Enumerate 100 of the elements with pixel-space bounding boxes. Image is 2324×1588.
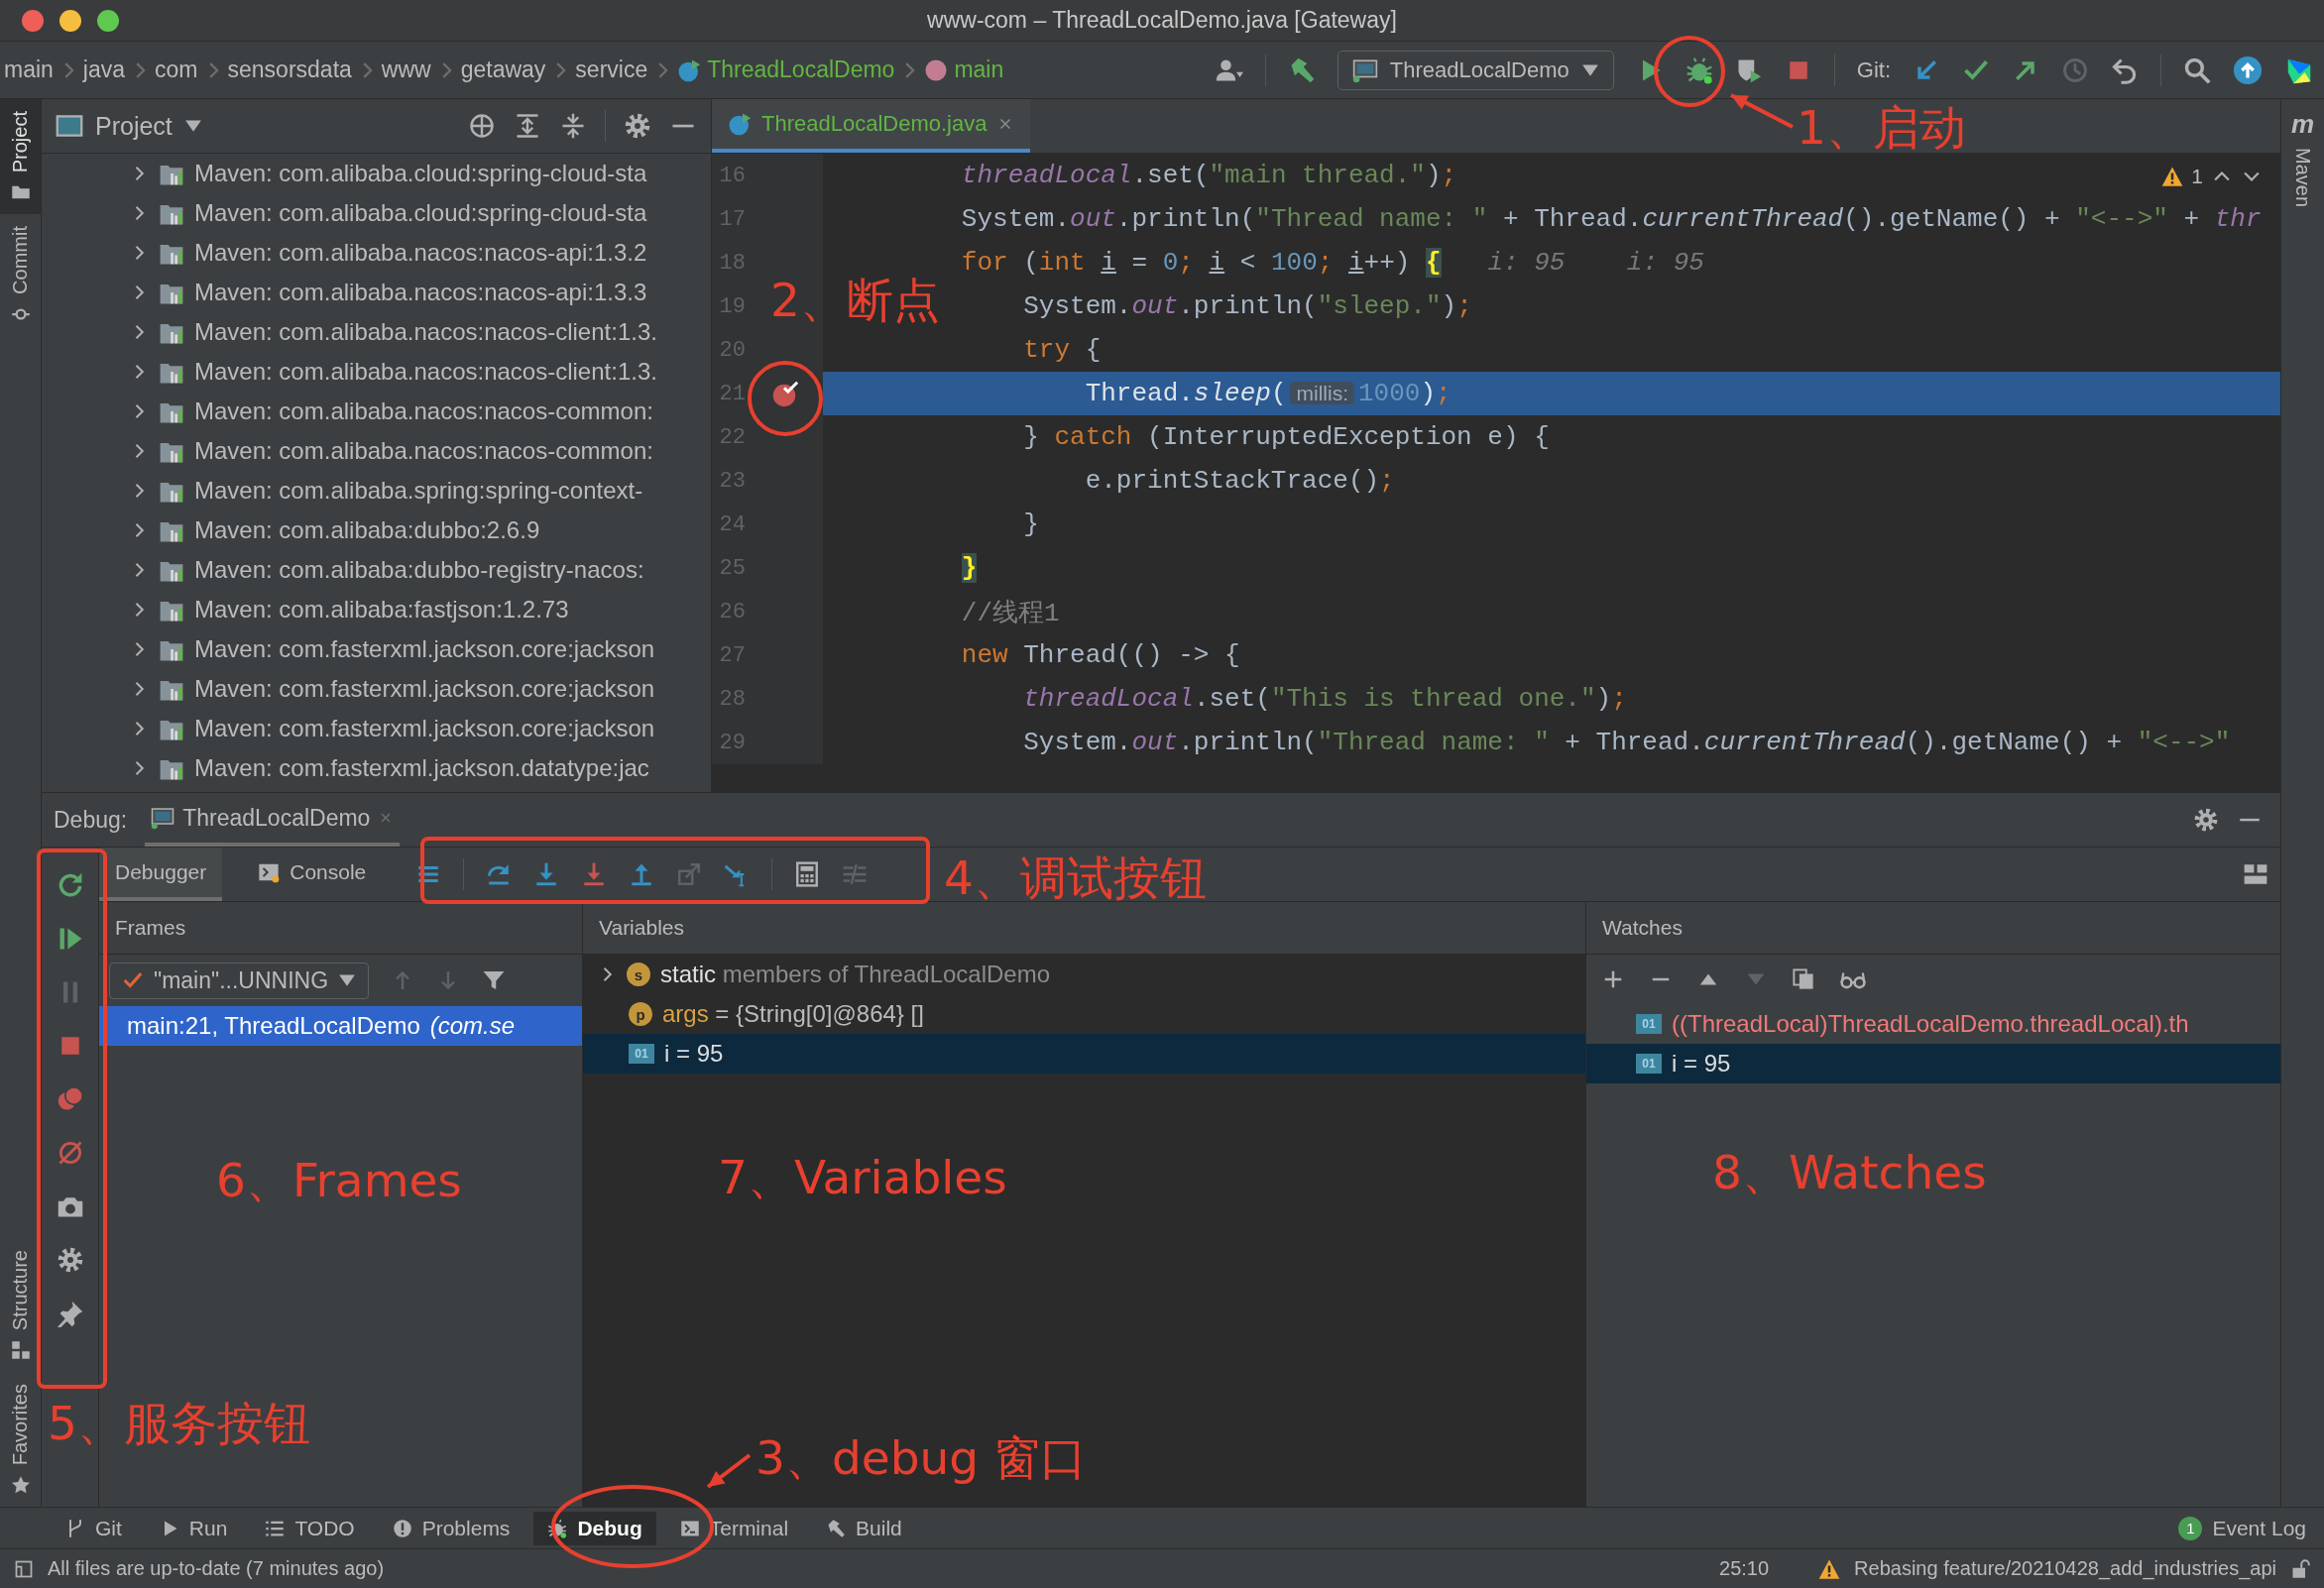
tree-item[interactable]: Maven: com.alibaba.cloud:spring-cloud-sta: [194, 199, 647, 227]
event-log-button[interactable]: Event Log: [2212, 1516, 2306, 1540]
settings-icon[interactable]: [2193, 807, 2219, 833]
tree-item[interactable]: Maven: com.alibaba.cloud:spring-cloud-sta: [194, 160, 647, 187]
type-badge: s: [627, 963, 650, 986]
class-icon: [677, 57, 702, 82]
variable-text: i = 95: [664, 1040, 724, 1068]
lock-icon[interactable]: [2290, 1558, 2310, 1579]
tree-item[interactable]: Maven: com.alibaba:dubbo:2.6.9: [194, 516, 540, 544]
evaluate-icon[interactable]: [794, 861, 821, 887]
breakpoints-icon[interactable]: [56, 1085, 84, 1113]
code-line: e.printStackTrace();: [1085, 466, 1395, 496]
filter-icon[interactable]: [482, 968, 507, 992]
tree-item[interactable]: Maven: com.alibaba.nacos:nacos-common:: [194, 397, 653, 425]
stack-frame[interactable]: main:21, ThreadLocalDemo (com.se: [99, 1006, 582, 1046]
settings-icon[interactable]: [624, 112, 651, 140]
thread-dropdown[interactable]: "main"...UNNING: [109, 962, 370, 999]
type-badge: 01: [1636, 1014, 1662, 1034]
breadcrumb[interactable]: service: [571, 57, 652, 83]
tree-item[interactable]: Maven: com.fasterxml.jackson.core:jackson: [194, 715, 655, 742]
layout-icon[interactable]: [2243, 861, 2268, 887]
rollback-icon[interactable]: [2111, 56, 2139, 84]
code-line: for (int i = 0; i < 100; i++) { i: 95 i: 95: [961, 248, 1704, 278]
watch-expression: ((ThreadLocal)ThreadLocalDemo.threadLocal).th: [1672, 1010, 2189, 1038]
tree-item[interactable]: Maven: com.alibaba:dubbo-registry-nacos:: [194, 556, 644, 584]
tree-item[interactable]: Maven: com.fasterxml.jackson.datatype:jac: [194, 754, 649, 782]
breadcrumb[interactable]: ThreadLocalDemo: [673, 57, 899, 83]
warning-count[interactable]: 1: [2191, 165, 2203, 188]
code-line: new Thread(() -> {: [961, 640, 1240, 670]
minimize-window-button[interactable]: [59, 9, 81, 32]
watch-row[interactable]: 01 ((ThreadLocal)ThreadLocalDemo.threadLocal).th: [1586, 1004, 2280, 1044]
type-badge: 01: [629, 1044, 654, 1064]
pin-icon[interactable]: [56, 1300, 84, 1327]
side-tab[interactable]: Project: [0, 99, 41, 215]
code-line: }: [1023, 510, 1039, 539]
debug-icon: [547, 1518, 568, 1538]
tree-item[interactable]: Maven: com.alibaba.nacos:nacos-api:1.3.2: [194, 239, 647, 267]
project-view-dropdown[interactable]: Project: [56, 111, 202, 141]
structure-icon: [10, 1339, 31, 1360]
breadcrumb[interactable]: getaway: [456, 57, 550, 83]
problems-icon: [392, 1518, 412, 1538]
tree-item[interactable]: Maven: com.fasterxml.jackson.core:jackson: [194, 675, 655, 703]
monitor-icon: [1351, 57, 1378, 83]
tree-item[interactable]: Maven: com.alibaba:fastjson:1.2.73: [194, 596, 569, 624]
tree-item[interactable]: Maven: com.alibaba.nacos:nacos-api:1.3.3: [194, 279, 647, 306]
breadcrumb[interactable]: main: [920, 57, 1008, 83]
debug-icon[interactable]: [1685, 56, 1713, 84]
tool-window-button[interactable]: Terminal: [665, 1511, 803, 1545]
cursor-position[interactable]: 25:10: [1719, 1557, 1770, 1580]
variable-row[interactable]: p args = {String[0]@864} []: [583, 994, 1585, 1034]
close-window-button[interactable]: [22, 9, 44, 32]
code-line: try {: [1023, 335, 1102, 365]
variable-row[interactable]: s static members of ThreadLocalDemo: [583, 955, 1585, 994]
breadcrumb[interactable]: main: [0, 57, 58, 83]
annotation-label: 5、服务按钮: [48, 1395, 310, 1452]
side-tab[interactable]: Structure: [0, 1237, 41, 1372]
monitor-icon: [151, 806, 175, 830]
side-tab[interactable]: Commit: [0, 214, 41, 337]
tool-window-button[interactable]: Build: [812, 1511, 916, 1545]
file-tab[interactable]: ThreadLocalDemo.java: [712, 99, 1031, 153]
tree-item[interactable]: Maven: com.alibaba.spring:spring-context-: [194, 477, 643, 505]
tree-item[interactable]: Maven: com.fasterxml.jackson.core:jackson: [194, 635, 655, 663]
settings-icon[interactable]: [56, 1246, 84, 1274]
tree-item[interactable]: Maven: com.alibaba.nacos:nacos-client:1.3.: [194, 318, 657, 346]
tool-window-button[interactable]: Run: [145, 1511, 242, 1545]
breadcrumb[interactable]: com: [151, 57, 202, 83]
breadcrumb[interactable]: sensorsdata: [223, 57, 356, 83]
copy-icon[interactable]: [1793, 968, 1814, 990]
tree-item[interactable]: Maven: com.alibaba.nacos:nacos-common:: [194, 437, 653, 465]
zoom-window-button[interactable]: [97, 9, 119, 32]
crosshair-icon[interactable]: [468, 112, 496, 140]
variable-text: args = {String[0]@864} []: [662, 1000, 924, 1028]
code-line: System.out.println("sleep.");: [1023, 291, 1472, 321]
warning-icon: [1818, 1557, 1841, 1580]
type-badge: p: [629, 1002, 652, 1026]
maven-logo[interactable]: m: [2290, 109, 2315, 140]
variable-row[interactable]: 01 i = 95: [583, 1034, 1585, 1074]
tool-window-button[interactable]: TODO: [251, 1511, 369, 1545]
breadcrumb[interactable]: java: [78, 57, 130, 83]
run-config-dropdown[interactable]: ThreadLocalDemo: [1336, 50, 1614, 90]
debug-tab[interactable]: Console: [242, 848, 383, 901]
debug-tab[interactable]: Debugger: [99, 848, 223, 901]
git-branch[interactable]: Rebasing feature/20210428_add_industries_api: [1854, 1557, 2276, 1580]
breadcrumb[interactable]: www: [377, 57, 435, 83]
code-line: } catch (InterruptedException e) {: [1023, 422, 1550, 452]
panel-title: Debug:: [54, 806, 128, 834]
tool-window-button[interactable]: Git: [52, 1511, 136, 1545]
side-tab[interactable]: Favorites: [0, 1371, 41, 1507]
add-icon[interactable]: [1602, 968, 1624, 990]
tool-window-button[interactable]: Problems: [378, 1511, 524, 1545]
panel-toggle-icon[interactable]: [14, 1558, 34, 1579]
git-label: Git:: [1856, 57, 1891, 83]
method-icon: [924, 57, 949, 82]
side-tab[interactable]: Maven: [2291, 148, 2314, 208]
annotation-arrow: [706, 1453, 752, 1489]
tree-item[interactable]: Maven: com.alibaba.nacos:nacos-client:1.3.: [194, 358, 657, 386]
upload-icon[interactable]: [2233, 55, 2263, 85]
search-icon[interactable]: [2183, 56, 2211, 84]
tool-window-button[interactable]: Debug: [533, 1511, 656, 1545]
watch-row[interactable]: 01 i = 95: [1586, 1044, 2280, 1083]
